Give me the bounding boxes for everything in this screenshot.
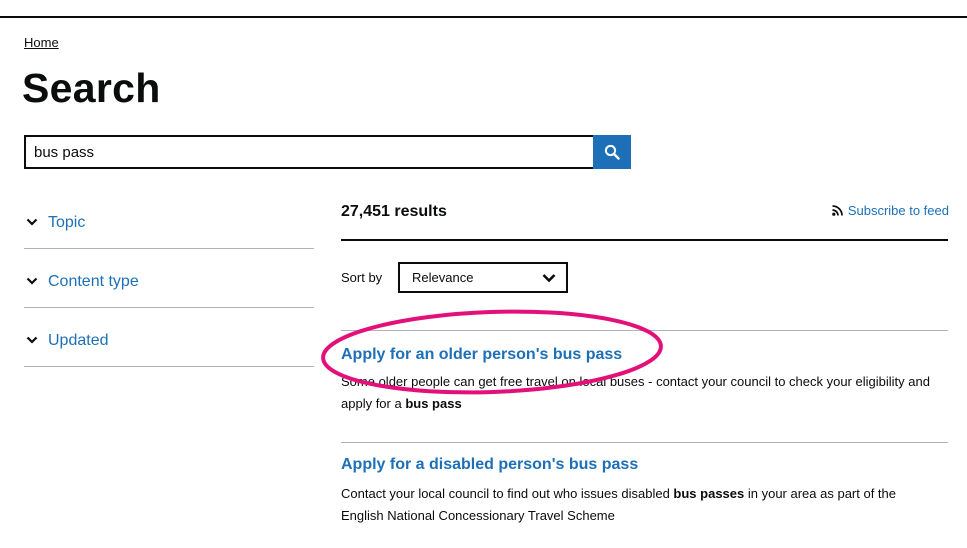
rss-icon (832, 205, 843, 216)
result-divider (341, 442, 948, 443)
filter-label: Content type (48, 273, 139, 290)
filter-label: Updated (48, 332, 109, 349)
result-title-link[interactable]: Apply for a disabled person's bus pass (341, 456, 638, 474)
filter-label: Topic (48, 214, 86, 231)
result-divider (341, 330, 948, 331)
header-rule (0, 16, 967, 18)
chevron-down-icon (26, 336, 38, 344)
subscribe-feed-link[interactable]: Subscribe to feed (832, 203, 949, 218)
search-button[interactable] (593, 135, 631, 169)
search-icon (604, 144, 620, 160)
result-desc-highlight: bus pass (405, 396, 462, 411)
result-description: Some older people can get free travel on… (341, 371, 941, 415)
search-input[interactable] (24, 135, 593, 169)
results-header-rule (341, 239, 948, 241)
result-desc-text: Contact your local council to find out w… (341, 486, 674, 501)
filter-panel: Topic Content type Updated (24, 190, 314, 367)
filter-updated[interactable]: Updated (24, 308, 314, 367)
sort-select[interactable]: Relevance (398, 262, 568, 293)
chevron-down-icon (542, 273, 556, 282)
filter-topic[interactable]: Topic (24, 190, 314, 249)
chevron-down-icon (26, 218, 38, 226)
subscribe-label: Subscribe to feed (847, 203, 949, 218)
result-desc-highlight: bus passes (673, 486, 745, 501)
result-description: Contact your local council to find out w… (341, 483, 941, 527)
chevron-down-icon (26, 277, 38, 285)
page-title: Search (22, 65, 161, 111)
result-title-link[interactable]: Apply for an older person's bus pass (341, 346, 622, 364)
filter-content-type[interactable]: Content type (24, 249, 314, 308)
results-count: 27,451 results (341, 203, 447, 220)
search-bar (24, 135, 631, 169)
sort-selected-value: Relevance (412, 270, 474, 285)
sort-label: Sort by (341, 270, 383, 285)
breadcrumb-home[interactable]: Home (24, 35, 59, 50)
